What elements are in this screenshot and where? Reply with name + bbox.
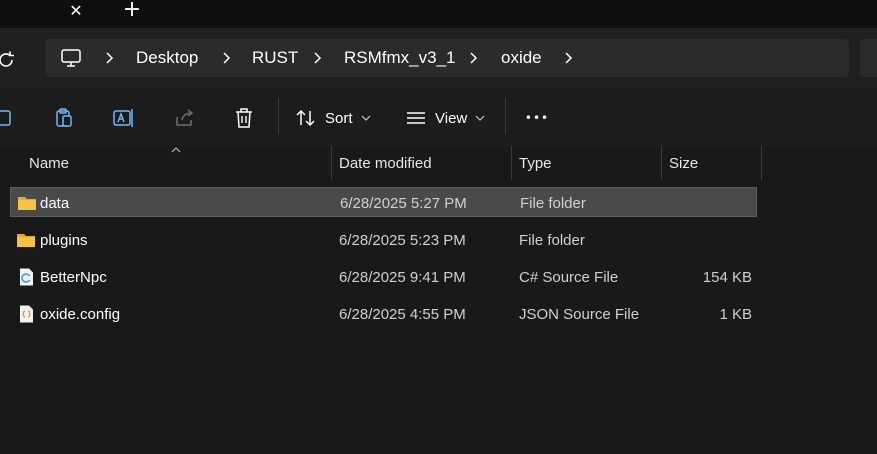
file-row-data[interactable]: data 6/28/2025 5:27 PM File folder (10, 187, 757, 217)
plus-icon: + (122, 0, 142, 22)
json-file-icon (20, 305, 33, 323)
column-divider[interactable] (661, 146, 662, 180)
file-row-oxide-config[interactable]: oxide.config 6/28/2025 4:55 PM JSON Sour… (10, 299, 757, 329)
sort-icon (296, 109, 315, 127)
file-date: 6/28/2025 4:55 PM (339, 305, 466, 323)
column-divider[interactable] (761, 146, 762, 180)
file-size: 1 KB (719, 305, 752, 323)
new-tab-button[interactable]: + (121, 0, 143, 22)
sort-button[interactable]: Sort (295, 98, 377, 138)
column-type[interactable]: Type (519, 146, 552, 180)
chevron-right-icon[interactable] (563, 51, 573, 65)
paste-button[interactable] (50, 98, 78, 138)
toolbar-separator (278, 98, 279, 134)
share-button[interactable] (172, 98, 198, 138)
refresh-icon[interactable] (0, 48, 18, 72)
file-type: JSON Source File (519, 305, 640, 323)
chevron-right-icon[interactable] (468, 51, 478, 65)
address-row: Desktop RUST RSMfmx_v3_1 oxide (0, 28, 877, 88)
view-list-icon (407, 112, 425, 124)
column-name[interactable]: Name (29, 146, 69, 180)
search-box[interactable] (860, 39, 877, 77)
file-name: BetterNpc (40, 268, 107, 286)
folder-icon (18, 197, 36, 210)
view-label: View (435, 109, 468, 127)
breadcrumb-rust[interactable]: RUST (252, 39, 298, 77)
file-name: data (40, 194, 70, 212)
close-tab-button[interactable]: ✕ (66, 0, 86, 20)
folder-icon (17, 234, 35, 247)
delete-button[interactable] (231, 98, 257, 138)
sort-label: Sort (325, 109, 353, 127)
file-name: oxide.config (40, 305, 121, 323)
file-date: 6/28/2025 5:27 PM (340, 194, 467, 212)
view-button[interactable]: View (405, 98, 491, 138)
file-date: 6/28/2025 9:41 PM (339, 268, 466, 286)
column-header: Name Date modified Type Size (0, 146, 877, 180)
chevron-right-icon[interactable] (104, 51, 114, 65)
sort-ascending-icon (171, 147, 181, 153)
trash-icon (236, 108, 252, 128)
breadcrumb-desktop[interactable]: Desktop (136, 39, 198, 77)
column-divider[interactable] (331, 146, 332, 180)
file-row-plugins[interactable]: plugins 6/28/2025 5:23 PM File folder (10, 225, 757, 255)
chevron-right-icon[interactable] (221, 51, 231, 65)
file-type: C# Source File (519, 268, 619, 286)
chevron-down-icon (475, 115, 485, 121)
more-options-button[interactable]: ••• (520, 98, 554, 138)
close-icon: ✕ (69, 0, 83, 20)
share-icon (176, 109, 194, 126)
clipboard-icon (56, 108, 72, 127)
file-row-betternpc[interactable]: BetterNpc 6/28/2025 9:41 PM C# Source Fi… (10, 262, 757, 292)
breadcrumb-rsmfmx[interactable]: RSMfmx_v3_1 (344, 39, 455, 77)
chevron-right-icon[interactable] (312, 51, 322, 65)
column-date-modified[interactable]: Date modified (339, 146, 432, 180)
tab-bar: ✕ + (0, 0, 877, 28)
chevron-down-icon (361, 115, 370, 121)
column-size[interactable]: Size (669, 146, 698, 180)
more-icon: ••• (524, 111, 550, 125)
toolbar-separator (505, 98, 506, 134)
address-bar[interactable]: Desktop RUST RSMfmx_v3_1 oxide (45, 39, 849, 77)
file-type: File folder (519, 231, 585, 249)
copy-icon (0, 110, 11, 126)
copy-button[interactable] (0, 98, 18, 138)
command-bar: Sort View ••• (0, 88, 877, 146)
computer-icon (61, 49, 81, 67)
file-size: 154 KB (702, 268, 752, 286)
file-date: 6/28/2025 5:23 PM (339, 231, 466, 249)
column-divider[interactable] (511, 146, 512, 180)
rename-button[interactable] (110, 98, 138, 138)
csharp-file-icon (20, 268, 33, 286)
file-name: plugins (40, 231, 88, 249)
breadcrumb-oxide[interactable]: oxide (501, 39, 542, 77)
file-type: File folder (520, 194, 586, 212)
rename-icon (113, 109, 133, 127)
